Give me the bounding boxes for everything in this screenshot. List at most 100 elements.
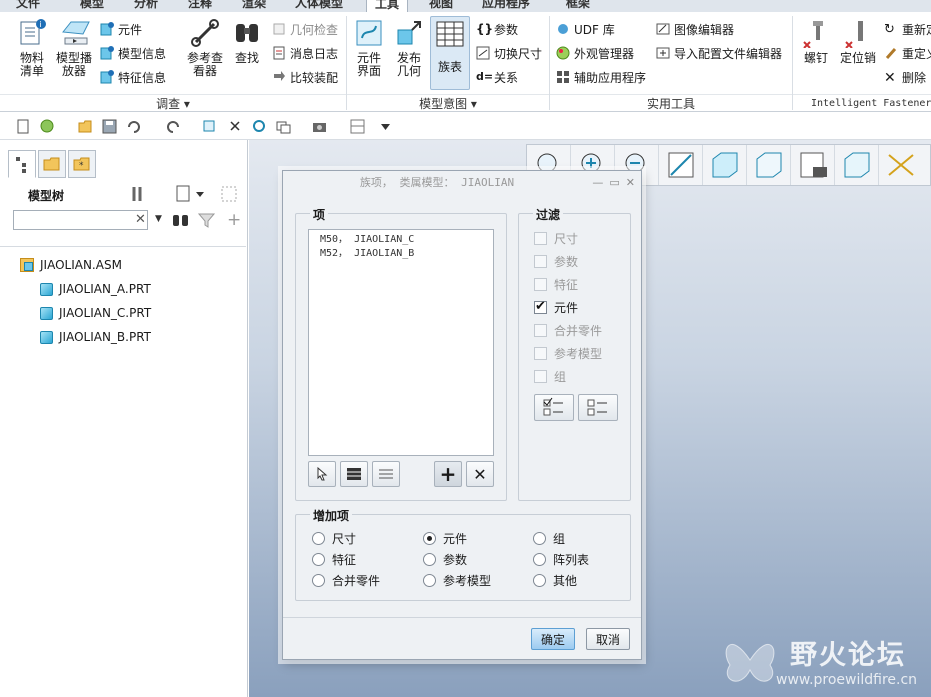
relations-button[interactable]: d= 关系 [476,68,518,86]
settings-icon[interactable] [176,185,206,203]
regenerate-icon[interactable] [202,119,217,134]
radio-merged-part[interactable]: 合并零件 [312,572,380,588]
radio-button-selected[interactable] [423,531,436,545]
radio-component[interactable]: 元件 [423,530,467,546]
show-icon[interactable] [220,185,242,203]
tab-analysis[interactable]: 分析 [126,0,166,12]
filter-dimensions[interactable]: 尺寸 [534,230,578,246]
tab-view[interactable]: 视图 [421,0,461,12]
feature-info-button[interactable]: 特征信息 [100,68,166,86]
folder-icon[interactable] [78,119,93,134]
radio-pattern-table[interactable]: 阵列表 [533,551,589,567]
bom-button[interactable]: i 物料 清单 [14,18,50,78]
model-player-button[interactable]: 模型播 放器 [54,18,94,78]
reference-viewer-button[interactable]: 参考查 看器 [184,18,226,78]
message-log-button[interactable]: 消息日志 [272,44,338,62]
filter-features[interactable]: 特征 [534,276,578,292]
radio-button[interactable] [312,531,325,545]
list-item[interactable]: M50， JIAOLIAN_C [320,233,493,247]
filter-parameters[interactable]: 参数 [534,253,578,269]
maximize-icon[interactable]: ▭ [609,176,619,189]
switch-dimensions-button[interactable]: 切换尺寸 [476,44,542,62]
add-item-button[interactable]: + [434,461,462,487]
radio-group[interactable]: 组 [533,530,565,546]
perspective-button[interactable] [835,145,879,185]
select-all-button[interactable] [340,461,368,487]
radio-dimension[interactable]: 尺寸 [312,530,356,546]
model-tree-search-input[interactable] [13,210,148,230]
close-icon[interactable]: ✕ [626,176,635,189]
redo-icon[interactable] [166,119,181,134]
tools-icon[interactable] [130,185,152,203]
repaint-button[interactable] [659,145,703,185]
clear-search-icon[interactable]: ✕ [135,212,146,227]
select-button[interactable] [308,461,336,487]
compare-assembly-button[interactable]: 比较装配 [272,68,338,86]
windows-icon[interactable] [252,119,267,134]
radio-reference-model[interactable]: 参考模型 [423,572,491,588]
radio-button[interactable] [312,552,325,566]
camera-icon[interactable] [312,119,327,134]
tab-favorites[interactable]: * [68,150,96,178]
checkbox[interactable] [534,254,547,268]
filter-merged-parts[interactable]: 合并零件 [534,322,602,338]
radio-button[interactable] [533,531,546,545]
datum-display-button[interactable] [879,145,923,185]
tab-framework[interactable]: 框架 [558,0,598,12]
tab-tools[interactable]: 工具 [366,0,409,12]
customize-toolbar-icon[interactable] [378,119,393,134]
ok-button[interactable]: 确定 [531,628,575,650]
model-intent-group-label[interactable]: 模型意图 ▾ [347,94,549,112]
find-button[interactable]: 查找 [230,18,264,65]
view-manager-button[interactable] [791,145,835,185]
check-all-filters-button[interactable] [534,394,574,421]
locating-pin-button[interactable]: 定位销 [838,18,878,65]
tab-file[interactable]: 文件 [8,0,48,12]
open-icon[interactable] [40,119,55,134]
close-window-icon[interactable] [228,119,243,134]
new-file-icon[interactable] [16,119,31,134]
tree-root-node[interactable]: JIAOLIAN.ASM [0,253,246,277]
filter-components[interactable]: 元件 [534,299,578,315]
tab-manikin[interactable]: 人体模型 [287,0,351,12]
image-editor-button[interactable]: 图像编辑器 [656,20,734,38]
tab-annotate[interactable]: 注释 [180,0,220,12]
uncheck-all-filters-button[interactable] [578,394,618,421]
radio-button[interactable] [423,573,436,587]
tree-part-node[interactable]: JIAOLIAN_B.PRT [0,325,246,349]
screw-button[interactable]: 螺钉 [798,18,834,65]
geometry-check-button[interactable]: 几何检查 [272,20,338,38]
checkbox-checked[interactable] [534,299,547,314]
parameters-button[interactable]: {} 参数 [476,20,518,38]
radio-button[interactable] [423,552,436,566]
tab-render[interactable]: 渲染 [234,0,274,12]
component-info-button[interactable]: 元件 [100,20,142,38]
radio-button[interactable] [533,573,546,587]
filter-groups[interactable]: 组 [534,368,566,384]
checkbox[interactable] [534,369,547,383]
radio-button[interactable] [312,573,325,587]
aux-applications-button[interactable]: 辅助应用程序 [556,68,646,86]
radio-button[interactable] [533,552,546,566]
publish-geometry-button[interactable]: 发布 几何 [392,18,426,78]
family-table-button[interactable]: 族表 [430,16,470,90]
tab-model[interactable]: 模型 [72,0,112,12]
radio-feature[interactable]: 特征 [312,551,356,567]
items-list[interactable]: M50， JIAOLIAN_C M52， JIAOLIAN_B [308,229,494,456]
list-item[interactable]: M52， JIAOLIAN_B [320,247,493,261]
tab-applications[interactable]: 应用程序 [474,0,538,12]
radio-parameter[interactable]: 参数 [423,551,467,567]
tab-folder-browser[interactable] [38,150,66,178]
remove-item-button[interactable]: ✕ [466,461,494,487]
redefine-button[interactable]: ↻ 重新定 [884,20,931,38]
tree-part-node[interactable]: JIAOLIAN_C.PRT [0,301,246,325]
cancel-button[interactable]: 取消 [586,628,630,650]
delete-fastener-button[interactable]: ✕ 删除 [884,68,926,86]
switch-window-icon[interactable] [276,119,291,134]
add-column-icon[interactable]: + [227,210,241,230]
radio-other[interactable]: 其他 [533,572,577,588]
checkbox[interactable] [534,346,547,360]
filter-icon[interactable] [198,212,216,228]
tree-part-node[interactable]: JIAOLIAN_A.PRT [0,277,246,301]
import-config-editor-button[interactable]: 导入配置文件编辑器 [656,44,782,62]
